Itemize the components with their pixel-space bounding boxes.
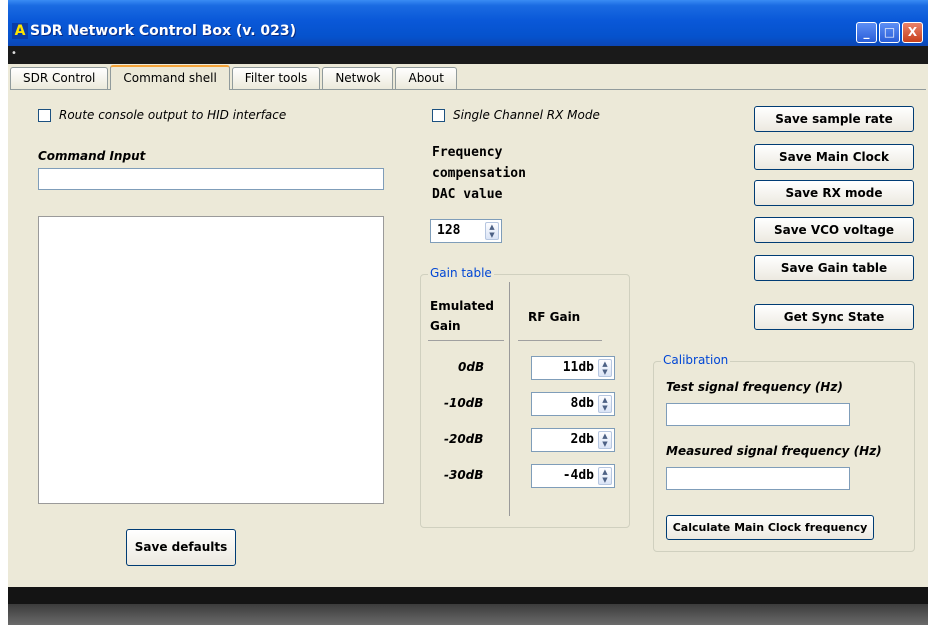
- gain-table-title: Gain table: [428, 266, 494, 280]
- test-frequency-label: Test signal frequency (Hz): [666, 380, 843, 394]
- emulated-gain-20db: -20dB: [444, 432, 484, 446]
- calibration-title: Calibration: [661, 353, 731, 367]
- stepper-arrows-icon[interactable]: ▲ ▼: [598, 359, 612, 377]
- stepper-arrows-icon[interactable]: ▲ ▼: [598, 467, 612, 485]
- command-shell-panel: Route console output to HID interface Co…: [10, 89, 926, 585]
- rf-gain-stepper-1[interactable]: 8db ▲ ▼: [531, 392, 615, 416]
- app-logo-icon: A: [12, 23, 28, 39]
- checkbox-box[interactable]: [432, 108, 445, 122]
- single-channel-rx-label: Single Channel RX Mode: [453, 108, 600, 122]
- route-console-label: Route console output to HID interface: [59, 108, 287, 122]
- command-input-field[interactable]: [38, 168, 384, 190]
- command-input-label: Command Input: [38, 149, 146, 163]
- stepper-arrows-icon[interactable]: ▲ ▼: [485, 222, 499, 240]
- rf-gain-value: -4db: [562, 468, 594, 483]
- minimize-button[interactable]: _: [856, 22, 877, 43]
- measured-frequency-field[interactable]: [666, 467, 850, 490]
- freq-comp-line: DAC value: [432, 187, 503, 202]
- divider: [428, 340, 504, 341]
- emulated-gain-0db: 0dB: [458, 360, 485, 374]
- app-window: A SDR Network Control Box (v. 023) _ □ X…: [8, 0, 928, 625]
- rf-gain-value: 8db: [570, 396, 594, 411]
- route-console-checkbox[interactable]: Route console output to HID interface: [38, 108, 286, 122]
- get-sync-state-button[interactable]: Get Sync State: [754, 304, 914, 330]
- stepper-arrows-icon[interactable]: ▲ ▼: [598, 395, 612, 413]
- measured-frequency-label: Measured signal frequency (Hz): [666, 444, 882, 458]
- window-title: SDR Network Control Box (v. 023): [30, 23, 297, 39]
- emulated-header-line: Gain: [430, 319, 461, 333]
- divider: [509, 282, 510, 516]
- emulated-gain-30db: -30dB: [444, 468, 484, 482]
- tab-sdr-control[interactable]: SDR Control: [10, 67, 109, 89]
- freq-comp-line: compensation: [432, 166, 526, 181]
- rf-gain-value: 2db: [570, 432, 594, 447]
- console-output-area[interactable]: [38, 216, 384, 504]
- bottom-bar: [8, 587, 928, 604]
- freq-comp-label: Frequency compensation DAC value: [432, 142, 526, 205]
- emulated-gain-10db: -10dB: [444, 396, 484, 410]
- tab-filter-tools[interactable]: Filter tools: [231, 67, 321, 89]
- freq-comp-line: Frequency: [432, 145, 503, 160]
- tab-netwok[interactable]: Netwok: [322, 67, 394, 89]
- tab-bar: SDR Control Command shell Filter tools N…: [10, 64, 459, 90]
- divider: [518, 340, 602, 341]
- single-channel-rx-checkbox[interactable]: Single Channel RX Mode: [432, 108, 600, 122]
- dac-value-stepper[interactable]: 128 ▲ ▼: [430, 219, 502, 243]
- menu-strip: •: [8, 46, 928, 64]
- save-gain-table-button[interactable]: Save Gain table: [754, 255, 914, 281]
- title-bar[interactable]: A SDR Network Control Box (v. 023) _ □ X: [8, 0, 928, 46]
- checkbox-box[interactable]: [38, 108, 51, 122]
- save-vco-voltage-button[interactable]: Save VCO voltage: [754, 217, 914, 243]
- test-frequency-field[interactable]: [666, 403, 850, 426]
- rf-gain-value: 11db: [562, 360, 594, 375]
- rf-gain-stepper-0[interactable]: 11db ▲ ▼: [531, 356, 615, 380]
- menu-grip-icon: •: [11, 48, 17, 59]
- save-rx-mode-button[interactable]: Save RX mode: [754, 180, 914, 206]
- emulated-header-line: Emulated: [430, 299, 494, 313]
- dac-value: 128: [437, 223, 461, 238]
- rf-gain-stepper-2[interactable]: 2db ▲ ▼: [531, 428, 615, 452]
- emulated-gain-header: Emulated Gain: [430, 296, 494, 336]
- save-main-clock-button[interactable]: Save Main Clock: [754, 144, 914, 170]
- rf-gain-stepper-3[interactable]: -4db ▲ ▼: [531, 464, 615, 488]
- tab-about[interactable]: About: [395, 67, 457, 89]
- close-button[interactable]: X: [902, 22, 923, 43]
- stepper-arrows-icon[interactable]: ▲ ▼: [598, 431, 612, 449]
- tab-command-shell[interactable]: Command shell: [110, 65, 230, 90]
- status-strip: [8, 604, 928, 625]
- save-defaults-button[interactable]: Save defaults: [126, 529, 236, 566]
- calculate-main-clock-button[interactable]: Calculate Main Clock frequency: [666, 515, 874, 540]
- rf-gain-header: RF Gain: [528, 310, 581, 324]
- save-sample-rate-button[interactable]: Save sample rate: [754, 106, 914, 132]
- maximize-button[interactable]: □: [879, 22, 900, 43]
